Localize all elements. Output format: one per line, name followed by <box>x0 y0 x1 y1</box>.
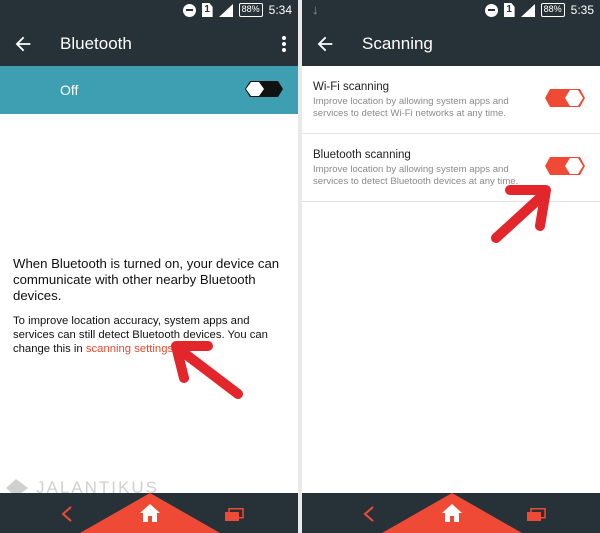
wifi-scanning-summary: Improve location by allowing system apps… <box>313 96 509 119</box>
scanning-screen: ↓ 1 88% 5:35 Scanning Wi-Fi scanning Imp… <box>302 0 600 533</box>
scanning-settings-link[interactable]: scanning settings <box>86 343 173 355</box>
signal-icon <box>218 3 233 17</box>
recent-apps-icon[interactable] <box>224 508 244 522</box>
bluetooth-scanning-title: Bluetooth scanning <box>313 149 411 161</box>
status-time: 5:34 <box>268 3 292 17</box>
navigation-bar <box>0 493 298 533</box>
back-arrow-icon[interactable] <box>12 33 34 55</box>
recent-apps-icon[interactable] <box>526 508 546 522</box>
battery-indicator: 88% <box>540 3 565 17</box>
download-icon: ↓ <box>312 2 319 17</box>
wifi-scanning-toggle[interactable] <box>544 88 586 108</box>
page-title: Bluetooth <box>60 34 132 53</box>
signal-icon <box>520 3 535 17</box>
status-bar: ↓ 1 88% 5:35 <box>302 0 600 22</box>
wifi-scanning-row[interactable]: Wi-Fi scanning Improve location by allow… <box>302 66 600 134</box>
more-vert-icon[interactable] <box>282 36 286 52</box>
status-bar: 1 88% 5:34 <box>0 0 298 22</box>
sim-icon: 1 <box>201 3 213 17</box>
bluetooth-screen: 1 88% 5:34 Bluetooth Off When Bluetooth … <box>0 0 298 533</box>
chevron-left-icon[interactable] <box>60 505 74 523</box>
home-icon[interactable] <box>139 503 161 523</box>
sim-icon: 1 <box>503 3 515 17</box>
location-accuracy-text: To improve location accuracy, system app… <box>13 314 288 356</box>
bluetooth-toggle[interactable] <box>244 80 284 98</box>
red-arrow-icon <box>171 341 243 399</box>
app-bar: Scanning <box>302 22 600 66</box>
battery-indicator: 88% <box>238 3 263 17</box>
switch-state-label: Off <box>60 82 79 98</box>
app-bar: Bluetooth <box>0 22 298 66</box>
do-not-disturb-icon <box>182 3 196 17</box>
back-arrow-icon[interactable] <box>314 33 336 55</box>
red-arrow-icon <box>491 185 551 243</box>
chevron-left-icon[interactable] <box>362 505 376 523</box>
home-icon[interactable] <box>441 503 463 523</box>
do-not-disturb-icon <box>484 3 498 17</box>
bluetooth-description: When Bluetooth is turned on, your device… <box>13 256 288 356</box>
bluetooth-master-switch-bar[interactable]: Off <box>0 66 298 114</box>
wifi-scanning-title: Wi-Fi scanning <box>313 81 390 93</box>
status-time: 5:35 <box>570 3 594 17</box>
bluetooth-scanning-toggle[interactable] <box>544 156 586 176</box>
bluetooth-info-text: When Bluetooth is turned on, your device… <box>13 256 280 303</box>
page-title: Scanning <box>362 34 433 53</box>
navigation-bar <box>302 493 600 533</box>
